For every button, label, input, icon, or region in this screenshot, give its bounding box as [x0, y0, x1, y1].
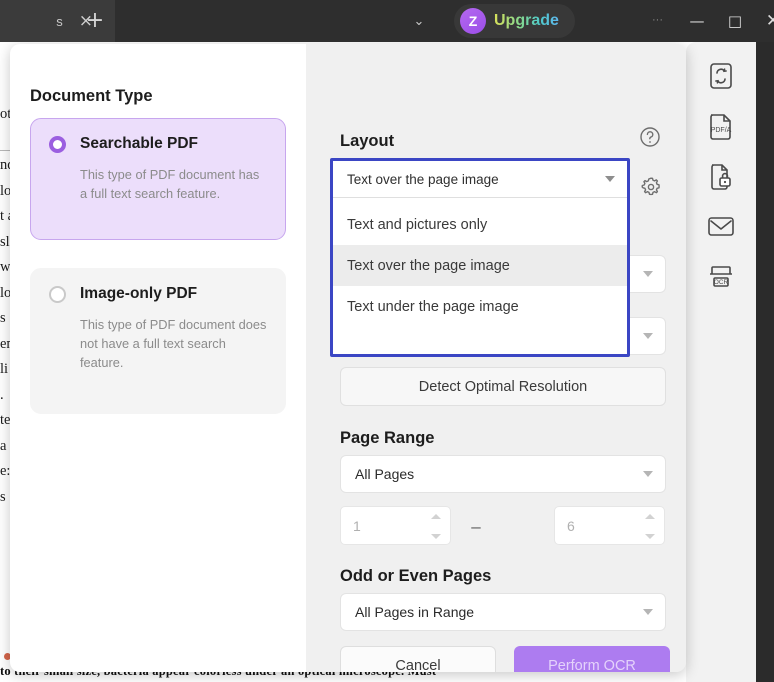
- cancel-button[interactable]: Cancel: [340, 646, 496, 672]
- chevron-down-icon: [643, 271, 653, 277]
- layout-option-text-and-pictures-only[interactable]: Text and pictures only: [333, 204, 627, 245]
- page-to-spinner-arrows[interactable]: [644, 514, 656, 539]
- page-range-separator: –: [471, 517, 481, 536]
- layout-title: Layout: [340, 132, 395, 150]
- chevron-down-icon: [605, 176, 615, 182]
- page-range-select[interactable]: All Pages: [340, 455, 666, 493]
- title-bar: s × + ⌄ Z Upgrade ··· — □ ✕: [0, 0, 774, 42]
- odd-or-even-select[interactable]: All Pages in Range: [340, 593, 666, 631]
- help-icon[interactable]: [639, 126, 661, 148]
- radio-image-only-pdf[interactable]: [49, 285, 66, 303]
- layout-selected-text: Text over the page image: [347, 171, 499, 187]
- ocr-settings-dialog: Document Type Searchable PDF This type o…: [10, 44, 686, 672]
- layout-dropdown-list: Text and pictures only Text over the pag…: [333, 198, 627, 327]
- odd-or-even-selected-text: All Pages in Range: [355, 604, 475, 620]
- radio-searchable-pdf[interactable]: [49, 135, 66, 153]
- document-type-option-searchable-pdf[interactable]: Searchable PDF This type of PDF document…: [30, 118, 286, 240]
- page-from-spinner-arrows[interactable]: [430, 514, 442, 539]
- document-type-option-image-only-pdf[interactable]: Image-only PDF This type of PDF document…: [30, 268, 286, 414]
- document-type-title: Document Type: [30, 87, 153, 105]
- gear-icon[interactable]: [639, 175, 663, 199]
- layout-option-text-over-the-page-image[interactable]: Text over the page image: [333, 245, 627, 286]
- layout-option-text-under-the-page-image[interactable]: Text under the page image: [333, 286, 627, 327]
- upgrade-label: Upgrade: [494, 12, 559, 29]
- tab-label: s: [56, 13, 63, 29]
- searchable-pdf-label: Searchable PDF: [80, 135, 199, 152]
- chevron-down-icon[interactable]: ⌄: [408, 12, 430, 32]
- page-to-input[interactable]: [555, 507, 635, 544]
- page-from-input[interactable]: [341, 507, 421, 544]
- protect-icon[interactable]: [699, 154, 743, 198]
- image-only-pdf-description: This type of PDF document does not have …: [80, 317, 267, 370]
- perform-ocr-button[interactable]: Perform OCR: [514, 646, 670, 672]
- chevron-down-icon: [643, 471, 653, 477]
- layout-dropdown[interactable]: Text over the page image Text and pictur…: [330, 158, 630, 357]
- document-type-panel: Document Type Searchable PDF This type o…: [10, 44, 306, 672]
- page-from-stepper[interactable]: [340, 506, 451, 545]
- ocr-icon[interactable]: OCR: [699, 254, 743, 298]
- new-tab-button[interactable]: +: [82, 9, 108, 35]
- tools-rail: PDF/A OCR: [686, 42, 756, 682]
- image-only-pdf-label: Image-only PDF: [80, 285, 198, 302]
- page-to-stepper[interactable]: [554, 506, 665, 545]
- upgrade-button[interactable]: Z Upgrade: [454, 4, 575, 38]
- overflow-menu-icon[interactable]: ···: [652, 14, 663, 26]
- arrow-up-icon[interactable]: [431, 514, 441, 519]
- page-range-title: Page Range: [340, 429, 435, 447]
- detect-optimal-resolution-button[interactable]: Detect Optimal Resolution: [340, 367, 666, 406]
- layout-dropdown-value[interactable]: Text over the page image: [333, 161, 627, 198]
- arrow-down-icon[interactable]: [645, 534, 655, 539]
- arrow-down-icon[interactable]: [431, 534, 441, 539]
- chevron-down-icon: [643, 333, 653, 339]
- z-logo-icon: Z: [460, 8, 486, 34]
- odd-or-even-title: Odd or Even Pages: [340, 567, 492, 585]
- svg-text:PDF/A: PDF/A: [711, 127, 732, 134]
- searchable-pdf-description: This type of PDF document has a full tex…: [80, 167, 260, 201]
- convert-pdf-icon[interactable]: [699, 54, 743, 98]
- ocr-options-panel: Layout Text over the page image Text and…: [306, 44, 686, 672]
- pdfa-icon[interactable]: PDF/A: [699, 104, 743, 148]
- svg-text:OCR: OCR: [714, 279, 729, 286]
- close-window-icon[interactable]: ✕: [750, 0, 774, 42]
- chevron-down-icon: [643, 609, 653, 615]
- email-icon[interactable]: [699, 204, 743, 248]
- application-window: ot nd lo t a sl w lo s en li . te a e: s…: [0, 0, 774, 682]
- arrow-up-icon[interactable]: [645, 514, 655, 519]
- page-range-selected-text: All Pages: [355, 466, 415, 482]
